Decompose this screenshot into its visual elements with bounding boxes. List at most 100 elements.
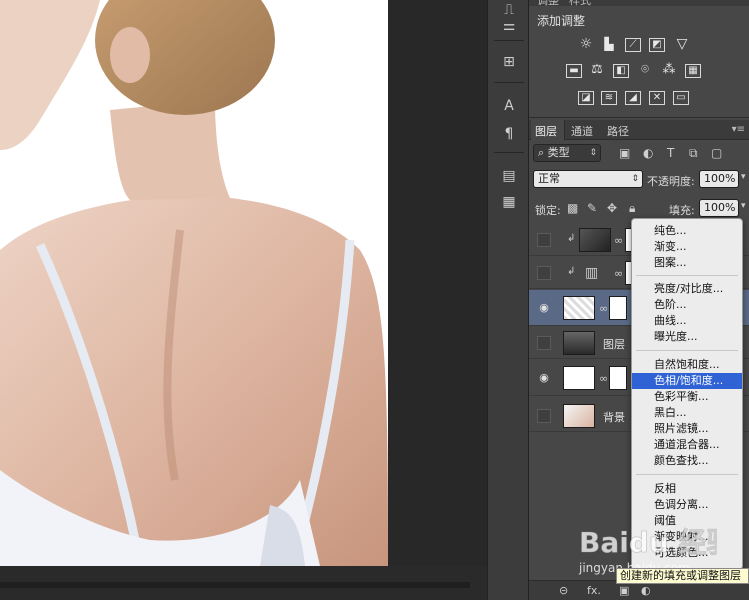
document-image[interactable] (0, 0, 388, 566)
panel-menu-icon[interactable]: ▾≡ (732, 124, 745, 135)
horizontal-scrollbar[interactable] (0, 566, 487, 600)
posterize-icon[interactable]: ≋ (601, 91, 617, 105)
grid-icon[interactable]: ▦ (685, 64, 701, 78)
visibility-toggle[interactable] (537, 336, 551, 350)
blend-mode-value: 正常 (538, 172, 560, 185)
paragraph-icon[interactable]: ¶ (496, 124, 522, 144)
tooltip: 创建新的填充或调整图层 (616, 568, 749, 584)
vibrance-icon[interactable]: ▬ (566, 64, 582, 78)
mask-thumbnail (609, 366, 627, 390)
tab-layers[interactable]: 图层 (535, 123, 557, 139)
menu-item-gradient[interactable]: 渐变... (632, 239, 742, 255)
layer-thumbnail (563, 366, 595, 390)
triangle-icon[interactable]: ▽ (674, 37, 690, 52)
invert-icon[interactable]: ◪ (578, 91, 594, 105)
menu-item-color-balance[interactable]: 色彩平衡... (632, 389, 742, 405)
balance-icon[interactable]: ⚖ (589, 63, 605, 78)
layer-name[interactable]: 背景 (603, 409, 625, 425)
visibility-toggle[interactable] (537, 233, 551, 247)
panel-dock-column: ⎍ ⚌ ⊞ A ¶ ▤ ▦ (487, 0, 529, 600)
curves-icon[interactable]: ⟋ (625, 38, 641, 52)
eye-icon[interactable]: ◉ (537, 301, 551, 315)
lock-all-icon[interactable]: 🔒︎ (629, 201, 635, 216)
exposure-icon[interactable]: ◩ (649, 38, 665, 52)
link-icon: ∞ (599, 372, 609, 385)
layer-filter-row: ⌕ 类型 ⇕ ▣ ◐ T ⧉ ▢ (529, 142, 749, 166)
blend-mode-select[interactable]: 正常 ⇕ (533, 170, 643, 188)
brightness-icon[interactable]: ☼ (578, 37, 594, 52)
layers-tabs: 图层 通道 路径 ▾≡ (529, 120, 749, 140)
levels-icon[interactable]: ▙ (601, 38, 617, 52)
document-icon[interactable]: ▦ (496, 192, 522, 212)
notes-icon[interactable]: ▤ (496, 166, 522, 186)
layer-thumbnail (563, 404, 595, 428)
clone-source-icon[interactable]: ⊞ (496, 52, 522, 72)
opacity-field[interactable]: 100% (699, 170, 739, 188)
menu-item-black-white[interactable]: 黑白... (632, 405, 742, 421)
adjustments-panel: 调整 样式 添加调整 ☼ ▙ ⟋ ◩ ▽ ▬ ⚖ ◧ ⌾ ⁂ ▦ ◪ ≋ ◢ ✕… (529, 0, 749, 118)
menu-item-invert[interactable]: 反相 (632, 481, 742, 497)
sliders-icon[interactable]: ⚌ (496, 16, 522, 36)
tab-styles[interactable]: 样式 (569, 0, 591, 8)
adjustments-title: 添加调整 (537, 14, 586, 28)
layer-thumbnail (579, 228, 611, 252)
link-icon: ∞ (599, 302, 609, 315)
pixel-filter-icon[interactable]: ▣ (619, 146, 630, 160)
menu-item-color-lookup[interactable]: 颜色查找... (632, 453, 742, 469)
menu-item-photo-filter[interactable]: 照片滤镜... (632, 421, 742, 437)
add-mask-icon[interactable]: ▣ (619, 584, 629, 597)
menu-item-posterize[interactable]: 色调分离... (632, 497, 742, 513)
canvas-area[interactable] (0, 0, 487, 600)
bw-icon[interactable]: ◧ (613, 64, 629, 78)
layer-name[interactable]: 图层 (603, 336, 625, 352)
lock-label: 锁定: (535, 204, 561, 217)
menu-item-exposure[interactable]: 曝光度... (632, 329, 742, 345)
fill-adjustment-menu: 纯色... 渐变... 图案... 亮度/对比度... 色阶... 曲线... … (631, 218, 743, 570)
link-layers-icon[interactable]: ⊝ (559, 584, 568, 597)
fx-button[interactable]: fx. (587, 584, 601, 597)
photoshop-window: ⎍ ⚌ ⊞ A ¶ ▤ ▦ 调整 样式 添加调整 ☼ ▙ ⟋ ◩ ▽ ▬ ⚖ ◧ (0, 0, 749, 600)
watermark-brand: Baidu 经验 (579, 526, 717, 559)
gradient-map-icon[interactable]: ▭ (673, 91, 689, 105)
visibility-toggle[interactable] (537, 266, 551, 280)
menu-item-brightness-contrast[interactable]: 亮度/对比度... (632, 281, 742, 297)
shape-filter-icon[interactable]: ⧉ (689, 146, 698, 161)
menu-item-hue-saturation[interactable]: 色相/饱和度... (632, 373, 742, 389)
threshold-icon[interactable]: ◢ (625, 91, 641, 105)
menu-item-curves[interactable]: 曲线... (632, 313, 742, 329)
lock-position-icon[interactable]: ✥ (607, 201, 617, 215)
fill-field[interactable]: 100% (699, 199, 739, 217)
filter-kind-select[interactable]: ⌕ 类型 ⇕ (533, 144, 601, 162)
opacity-dropdown-icon[interactable]: ▾ (741, 172, 746, 182)
selective-icon[interactable]: ✕ (649, 91, 665, 105)
filter-kind-value: 类型 (547, 146, 570, 159)
mask-thumbnail (609, 296, 627, 320)
menu-item-vibrance[interactable]: 自然饱和度... (632, 357, 742, 373)
visibility-toggle[interactable] (537, 409, 551, 423)
type-filter-icon[interactable]: T (667, 146, 674, 160)
menu-item-solid-color[interactable]: 纯色... (632, 223, 742, 239)
adjustment-filter-icon[interactable]: ◐ (643, 146, 653, 160)
lock-transparency-icon[interactable]: ▩ (567, 201, 578, 215)
smart-object-filter-icon[interactable]: ▢ (711, 146, 722, 160)
search-icon: ⌕ (538, 146, 548, 159)
lock-pixels-icon[interactable]: ✎ (587, 201, 597, 215)
clip-arrow-icon: ↲ (567, 233, 576, 244)
tab-paths[interactable]: 路径 (607, 123, 629, 139)
opacity-label: 不透明度: (647, 175, 695, 188)
eye-icon[interactable]: ◉ (537, 371, 551, 385)
layer-thumbnail (563, 296, 595, 320)
clip-arrow-icon: ↲ (567, 266, 576, 277)
new-adjustment-layer-icon[interactable]: ◐ (641, 584, 651, 597)
adjustments-tabs: 调整 样式 (529, 0, 749, 8)
character-icon[interactable]: A (496, 96, 522, 116)
menu-item-channel-mixer[interactable]: 通道混合器... (632, 437, 742, 453)
levels-adjustment-icon: ▥ (585, 265, 599, 281)
menu-item-pattern[interactable]: 图案... (632, 255, 742, 271)
tab-adjustments[interactable]: 调整 (537, 0, 559, 8)
camera-icon[interactable]: ⌾ (637, 63, 653, 78)
menu-item-levels[interactable]: 色阶... (632, 297, 742, 313)
tab-channels[interactable]: 通道 (571, 123, 593, 139)
circles-icon[interactable]: ⁂ (661, 63, 677, 78)
fill-dropdown-icon[interactable]: ▾ (741, 201, 746, 211)
